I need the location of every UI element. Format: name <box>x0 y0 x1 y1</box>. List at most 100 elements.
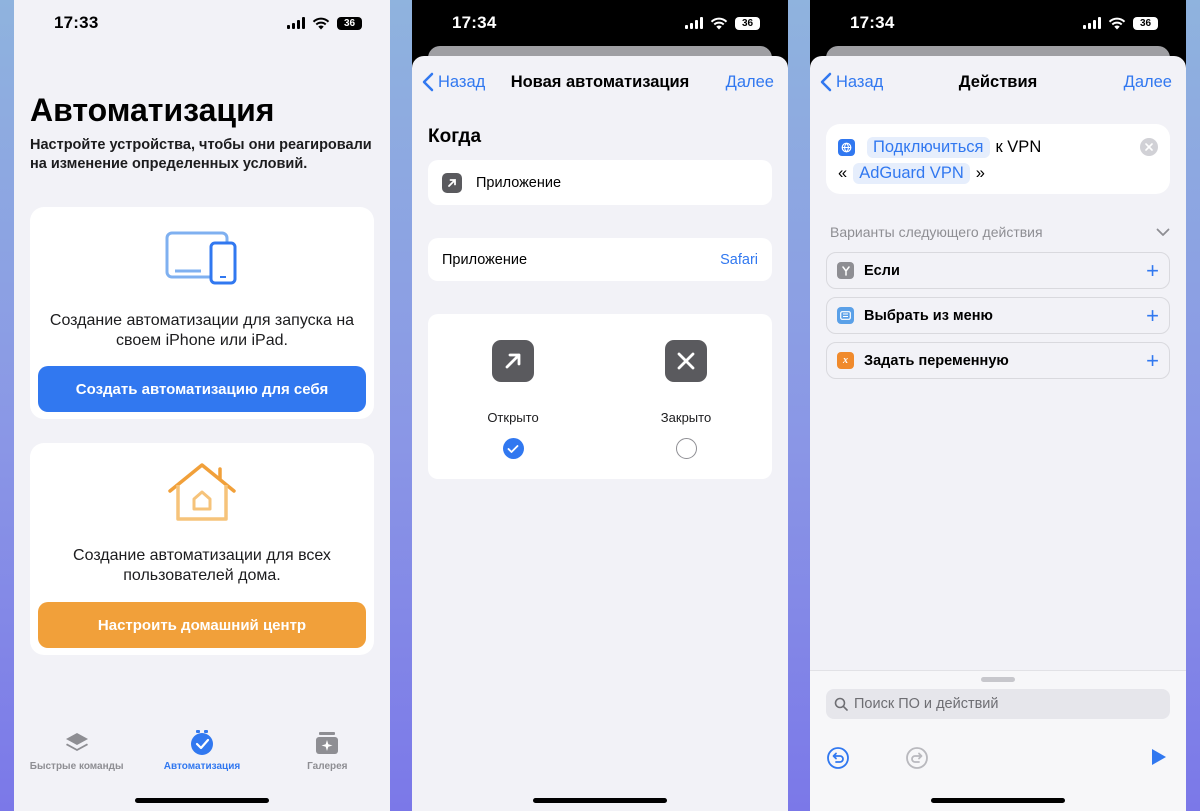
chevron-down-icon <box>1156 228 1170 236</box>
add-menu-plus-icon[interactable]: + <box>1146 304 1159 327</box>
app-row-label: Приложение <box>442 251 528 268</box>
status-time: 17:34 <box>452 13 497 32</box>
suggestion-menu-label: Выбрать из меню <box>864 307 993 324</box>
battery-icon: 36 <box>337 16 362 30</box>
tab-shortcuts[interactable]: Быстрые команды <box>14 730 139 780</box>
close-quote: » <box>975 163 985 182</box>
chevron-left-icon <box>422 72 434 92</box>
clock-check-icon <box>190 730 213 755</box>
action-line-2: « AdGuard VPN » <box>838 160 1158 186</box>
vpn-action-card[interactable]: Подключиться к VPN « AdGuard VPN » <box>826 124 1170 194</box>
branch-icon <box>837 262 854 279</box>
search-input[interactable]: Поиск ПО и действий <box>826 689 1170 719</box>
state-opened-label: Открыто <box>487 410 539 425</box>
back-button-label: Назад <box>836 72 884 91</box>
open-arrow-icon <box>492 340 534 382</box>
home-indicator <box>135 798 269 803</box>
create-personal-automation-button[interactable]: Создать автоматизацию для себя <box>38 366 366 412</box>
phone-new-automation: 17:34 36 Назад Новая автоматизация Далее… <box>412 0 788 811</box>
suggestion-set-variable[interactable]: x Задать переменную + <box>826 342 1170 379</box>
when-section-title: Когда <box>428 126 482 147</box>
suggestion-if-label: Если <box>864 262 900 279</box>
battery-level: 36 <box>343 17 356 29</box>
state-opened-option[interactable]: Открыто <box>438 340 588 459</box>
action-object-text: к VPN <box>995 137 1042 156</box>
play-icon[interactable] <box>1150 747 1168 767</box>
open-quote: « <box>838 163 848 182</box>
menu-list-icon <box>837 307 854 324</box>
suggestion-choose-from-menu[interactable]: Выбрать из меню + <box>826 297 1170 334</box>
status-bar: 17:33 36 <box>14 0 390 46</box>
status-time: 17:34 <box>850 13 895 32</box>
personal-automation-text: Создание автоматизации для запуска на св… <box>49 312 355 349</box>
page-subtitle: Настройте устройства, чтобы они реагиров… <box>30 137 372 172</box>
app-arrow-icon <box>442 172 462 193</box>
home-indicator <box>931 798 1065 803</box>
add-if-plus-icon[interactable]: + <box>1146 259 1159 282</box>
cellular-signal-icon <box>1083 17 1101 29</box>
trigger-row[interactable]: Приложение <box>428 160 772 205</box>
remove-action-button[interactable] <box>1140 138 1158 156</box>
close-x-icon <box>665 340 707 382</box>
wifi-icon <box>312 17 330 30</box>
vpn-name-token[interactable]: AdGuard VPN <box>853 162 970 184</box>
back-button[interactable]: Назад <box>422 72 485 92</box>
search-icon <box>834 697 848 711</box>
variable-x-icon: x <box>837 352 854 369</box>
back-button-label: Назад <box>438 72 486 91</box>
status-bar: 17:34 36 <box>810 0 1186 46</box>
chevron-left-icon <box>820 72 832 92</box>
home-automation-card: Создание автоматизации для всех пользова… <box>30 443 374 655</box>
app-select-row[interactable]: Приложение Safari <box>428 238 772 281</box>
undo-icon[interactable] <box>826 746 850 770</box>
home-indicator <box>533 798 667 803</box>
cellular-signal-icon <box>287 17 305 29</box>
tab-automation[interactable]: Автоматизация <box>139 730 264 780</box>
navigation-bar: Назад Действия Далее <box>810 56 1186 108</box>
next-button[interactable]: Далее <box>1124 73 1172 92</box>
battery-level: 36 <box>1139 17 1152 29</box>
phone-automation-home: 17:33 36 Автоматизация Настройте устройс… <box>14 0 390 811</box>
wifi-icon <box>710 17 728 30</box>
action-verb-token[interactable]: Подключиться <box>867 136 990 158</box>
setup-home-hub-button[interactable]: Настроить домашний центр <box>38 602 366 648</box>
next-action-suggestions-header[interactable]: Варианты следующего действия <box>830 224 1170 240</box>
status-bar: 17:34 36 <box>412 0 788 46</box>
action-search-drawer: Поиск ПО и действий <box>810 670 1186 811</box>
add-variable-plus-icon[interactable]: + <box>1146 349 1159 372</box>
battery-level: 36 <box>741 17 754 29</box>
back-button[interactable]: Назад <box>820 72 883 92</box>
phone-actions: 17:34 36 Назад Действия Далее Подключить… <box>810 0 1186 811</box>
redo-icon[interactable] <box>905 746 929 770</box>
state-closed-label: Закрыто <box>660 410 712 425</box>
status-icons: 36 <box>287 16 362 30</box>
tab-bar: Быстрые команды Автоматизация Галерея <box>14 730 390 780</box>
wifi-icon <box>1108 17 1126 30</box>
state-closed-option[interactable]: Закрыто <box>611 340 761 459</box>
suggestions-header-label: Варианты следующего действия <box>830 224 1043 240</box>
home-icon <box>168 463 236 521</box>
suggestion-variable-label: Задать переменную <box>864 352 1009 369</box>
drawer-grabber[interactable] <box>981 677 1015 682</box>
search-placeholder: Поиск ПО и действий <box>854 696 999 712</box>
battery-icon: 36 <box>735 16 760 30</box>
state-closed-radio[interactable] <box>675 438 697 459</box>
tab-shortcuts-label: Быстрые команды <box>29 761 124 772</box>
cellular-signal-icon <box>685 17 703 29</box>
page-title: Автоматизация <box>30 92 275 128</box>
suggestion-if[interactable]: Если + <box>826 252 1170 289</box>
app-state-card: Открыто Закрыто <box>428 314 772 479</box>
next-button[interactable]: Далее <box>726 73 774 92</box>
sparkle-gallery-icon <box>316 732 339 754</box>
app-row-value: Safari <box>720 251 758 268</box>
status-time: 17:33 <box>54 13 99 32</box>
trigger-label: Приложение <box>476 174 562 191</box>
new-automation-sheet: Назад Новая автоматизация Далее Когда Пр… <box>412 56 788 811</box>
battery-icon: 36 <box>1133 16 1158 30</box>
state-opened-checkmark-icon[interactable] <box>502 438 524 459</box>
navigation-bar: Назад Новая автоматизация Далее <box>412 56 788 108</box>
devices-icon <box>165 231 237 285</box>
layers-icon <box>65 733 88 751</box>
tab-gallery-label: Галерея <box>307 761 348 772</box>
tab-gallery[interactable]: Галерея <box>265 730 390 780</box>
